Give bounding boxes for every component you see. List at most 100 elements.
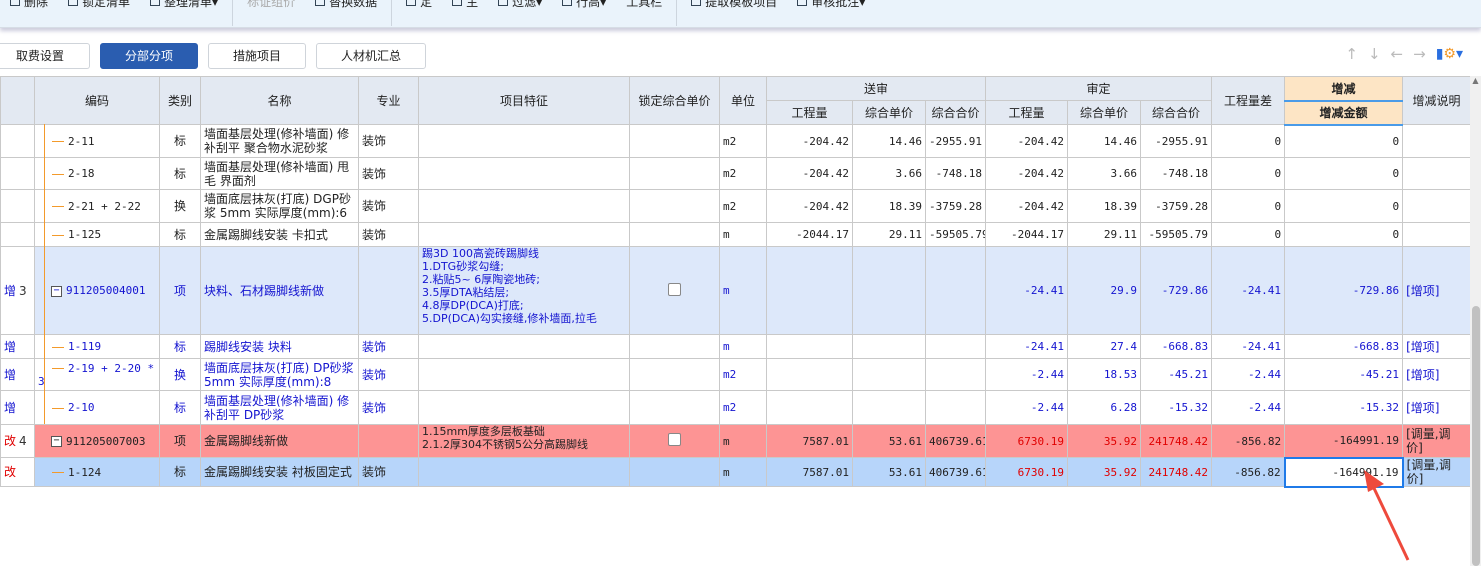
a-price-cell[interactable]: 29.9 [1067,246,1142,335]
a-qty-cell[interactable]: -204.42 [985,124,1069,158]
unit-cell[interactable]: m [719,246,767,335]
col-code[interactable]: 编码 [34,76,160,125]
diff-cell[interactable]: 0 [1211,157,1286,190]
change-note-cell[interactable]: [调量,调价] [1402,424,1472,458]
features-cell[interactable] [418,124,630,158]
s-total-cell[interactable]: 406739.61 [924,424,987,458]
s-total-cell[interactable]: -3759.28 [924,189,987,223]
unit-cell[interactable]: m [719,457,767,487]
change-note-cell[interactable]: [增项] [1402,390,1472,425]
amt-cell[interactable]: -15.32 [1284,390,1404,425]
a-price-cell[interactable]: 18.53 [1067,358,1142,391]
a-qty-cell[interactable]: -24.41 [985,246,1069,335]
scrollbar-thumb[interactable] [1472,306,1480,566]
diff-cell[interactable]: -24.41 [1211,334,1286,359]
a-qty-cell[interactable]: 6730.19 [985,424,1069,458]
s-qty-cell[interactable]: -204.42 [766,189,853,223]
features-cell[interactable]: 1.15mm厚度多层板基础 2.1.2厚304不锈钢5公分高踢脚线 [418,424,630,458]
amt-cell[interactable]: 0 [1284,222,1404,247]
lock-cell[interactable] [629,358,720,391]
unit-cell[interactable]: m2 [719,189,767,223]
name-cell[interactable]: 墙面基层处理(修补墙面) 甩毛 界面剂 [200,157,359,190]
diff-cell[interactable]: -2.44 [1211,358,1286,391]
tab-1[interactable]: 分部分项 [100,43,199,69]
col-features[interactable]: 项目特征 [418,76,630,125]
s-total-cell[interactable]: -748.18 [924,157,987,190]
major-cell[interactable]: 装饰 [358,457,419,487]
a-qty-cell[interactable]: -204.42 [985,157,1069,190]
a-total-cell[interactable]: 241748.42 [1140,457,1213,487]
code-cell[interactable]: 2-10 [34,390,160,425]
move-left-icon[interactable]: ← [1391,45,1404,63]
toolbar-button[interactable]: 审核批注▾ [787,0,875,9]
a-price-cell[interactable]: 14.46 [1067,124,1142,158]
s-total-cell[interactable] [924,334,987,359]
type-cell[interactable]: 标 [159,124,201,158]
change-note-cell[interactable] [1402,157,1472,190]
col-lock[interactable]: 锁定综合单价 [629,76,720,125]
type-cell[interactable]: 项 [159,424,201,458]
s-qty-cell[interactable] [766,358,853,391]
s-qty-cell[interactable]: -204.42 [766,124,853,158]
code-cell[interactable]: −911205004001 [34,246,160,335]
s-qty-cell[interactable]: -204.42 [766,157,853,190]
a-total-cell[interactable]: -15.32 [1140,390,1213,425]
col-a-price[interactable]: 综合单价 [1067,100,1142,125]
a-total-cell[interactable]: -45.21 [1140,358,1213,391]
code-cell[interactable]: 2-21 + 2-22 [34,189,160,223]
diff-cell[interactable]: -24.41 [1211,246,1286,335]
major-cell[interactable]: 装饰 [358,124,419,158]
features-cell[interactable]: 踢3D 100高瓷砖踢脚线 1.DTG砂浆勾缝; 2.粘贴5~ 6厚陶瓷地砖; … [418,246,630,335]
s-price-cell[interactable]: 3.66 [852,157,926,190]
s-total-cell[interactable] [924,390,987,425]
change-note-cell[interactable]: [增项] [1402,246,1472,335]
amt-cell[interactable]: 0 [1284,189,1404,223]
features-cell[interactable] [418,390,630,425]
lock-price-checkbox[interactable] [668,282,681,296]
amt-cell[interactable]: 0 [1284,157,1404,190]
name-cell[interactable]: 金属踢脚线安装 卡扣式 [200,222,359,247]
toolbar-button[interactable]: 替换数据 [305,0,387,9]
toolbar-button[interactable]: 行高▾ [552,0,616,9]
col-type[interactable]: 类别 [159,76,201,125]
diff-cell[interactable]: 0 [1211,222,1286,247]
unit-cell[interactable]: m [719,222,767,247]
code-cell[interactable]: 1-119 [34,334,160,359]
major-cell[interactable]: 装饰 [358,334,419,359]
major-cell[interactable]: 装饰 [358,222,419,247]
change-note-cell[interactable] [1402,189,1472,223]
change-note-cell[interactable]: [增项] [1402,334,1472,359]
col-s-total[interactable]: 综合合价 [924,100,987,125]
column-settings-icon[interactable]: ▮⚙▾ [1436,46,1463,62]
col-s-qty[interactable]: 工程量 [766,100,853,125]
amt-cell[interactable]: -164991.19 [1284,424,1404,458]
s-qty-cell[interactable]: -2044.17 [766,222,853,247]
s-price-cell[interactable]: 53.61 [852,457,926,487]
s-qty-cell[interactable] [766,390,853,425]
tab-2[interactable]: 措施项目 [208,43,307,69]
toolbar-button[interactable]: 主 [442,0,488,9]
s-price-cell[interactable] [852,390,926,425]
unit-cell[interactable]: m2 [719,124,767,158]
toolbar-button[interactable]: 锁定清单 [58,0,140,9]
table-row[interactable]: 改 1-124 标 金属踢脚线安装 衬板固定式 装饰 m 7587.01 53.61 40673… [0,456,1472,488]
major-cell[interactable] [358,424,419,458]
a-total-cell[interactable]: -748.18 [1140,157,1213,190]
lock-cell[interactable] [629,124,720,158]
name-cell[interactable]: 墙面底层抹灰(打底) DGP砂浆 5mm 实际厚度(mm):6 [200,189,359,223]
a-qty-cell[interactable]: -204.42 [985,189,1069,223]
code-cell[interactable]: 1-125 [34,222,160,247]
a-price-cell[interactable]: 3.66 [1067,157,1142,190]
a-price-cell[interactable]: 6.28 [1067,390,1142,425]
s-qty-cell[interactable]: 7587.01 [766,424,853,458]
s-price-cell[interactable] [852,358,926,391]
type-cell[interactable]: 换 [159,358,201,391]
a-qty-cell[interactable]: -2.44 [985,390,1069,425]
features-cell[interactable] [418,189,630,223]
table-row[interactable]: 增 1-119 标 踢脚线安装 块料 装饰 m -24.41 27.4 -668.83 -24.4… [0,334,1472,359]
a-total-cell[interactable]: 241748.42 [1140,424,1213,458]
a-total-cell[interactable]: -729.86 [1140,246,1213,335]
unit-cell[interactable]: m2 [719,157,767,190]
table-row[interactable]: 2-21 + 2-22 换 墙面底层抹灰(打底) DGP砂浆 5mm 实际厚度(mm… [0,189,1472,223]
toolbar-button[interactable]: 标证组价 [237,0,305,9]
